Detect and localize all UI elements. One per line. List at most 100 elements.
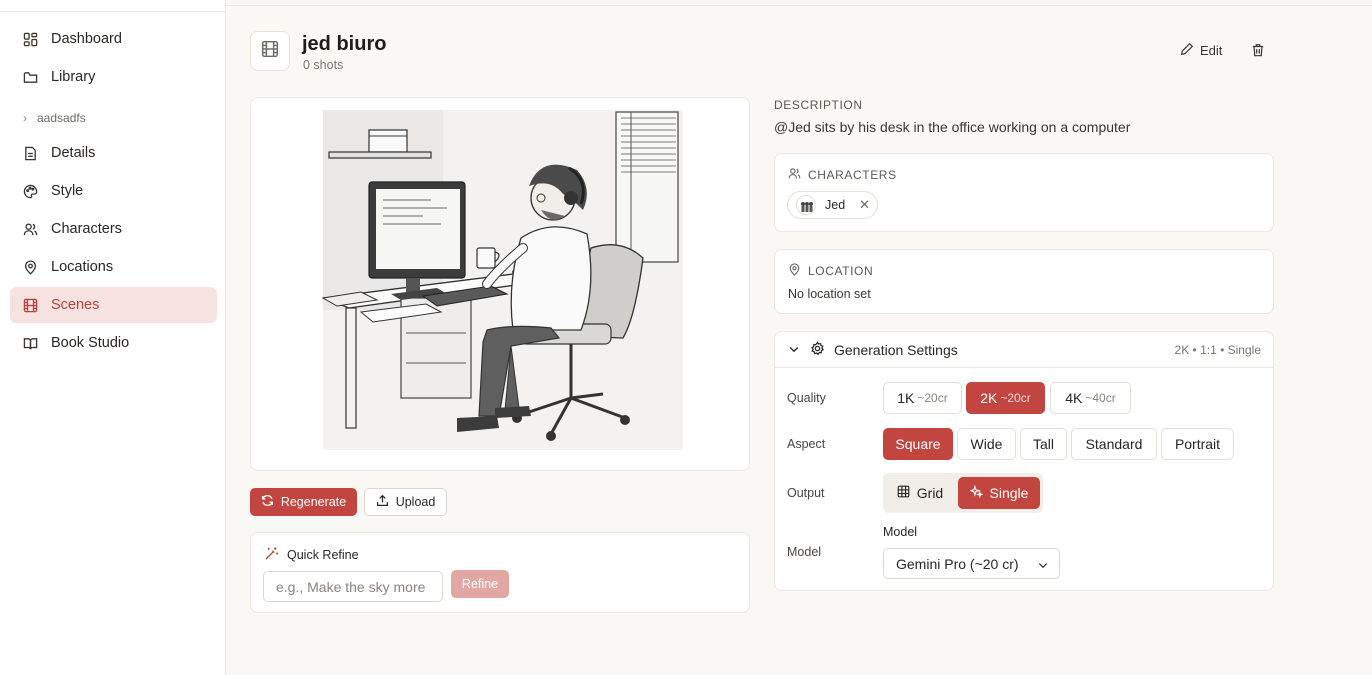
map-pin-icon bbox=[23, 260, 38, 275]
sidebar-item-details[interactable]: Details bbox=[10, 135, 217, 171]
aspect-option-portrait[interactable]: Portrait bbox=[1161, 428, 1234, 460]
film-icon bbox=[23, 298, 38, 313]
sidebar-item-label: Dashboard bbox=[51, 31, 122, 47]
sidebar-item-scenes[interactable]: Scenes bbox=[10, 287, 217, 323]
model-select-value: Gemini Pro (~20 cr) bbox=[896, 555, 1019, 572]
refine-input[interactable] bbox=[263, 571, 443, 602]
quality-option-2k[interactable]: 2K ~20cr bbox=[966, 382, 1045, 414]
quality-option-1k[interactable]: 1K ~20cr bbox=[883, 382, 962, 414]
regenerate-button[interactable]: Regenerate bbox=[250, 488, 357, 516]
model-caption: Model bbox=[883, 525, 918, 539]
chevron-right-icon: › bbox=[23, 111, 27, 125]
output-label: Output bbox=[787, 486, 825, 500]
quality-option-4k[interactable]: 4K ~40cr bbox=[1050, 382, 1131, 414]
quality-option-cost: ~20cr bbox=[1000, 391, 1031, 405]
location-panel: LOCATION No location set bbox=[774, 249, 1274, 314]
pencil-icon bbox=[1180, 42, 1194, 59]
quality-label: Quality bbox=[787, 391, 826, 405]
dashboard-icon bbox=[23, 32, 38, 47]
character-name: Jed bbox=[825, 198, 846, 212]
project-group-toggle[interactable]: › aadsadfs bbox=[23, 111, 86, 125]
location-label: LOCATION bbox=[808, 264, 874, 278]
generation-settings-title: Generation Settings bbox=[834, 341, 958, 358]
output-option-single[interactable]: Single bbox=[958, 477, 1040, 509]
project-group-label: aadsadfs bbox=[37, 111, 86, 125]
refresh-icon bbox=[261, 494, 274, 510]
character-chip[interactable]: Jed ✕ bbox=[787, 191, 878, 219]
close-icon[interactable]: ✕ bbox=[859, 197, 870, 213]
sidebar-item-label: Characters bbox=[51, 221, 122, 237]
quality-option-cost: ~40cr bbox=[1085, 391, 1116, 405]
sidebar-item-library[interactable]: Library bbox=[10, 59, 217, 95]
film-icon bbox=[261, 40, 279, 63]
folder-icon bbox=[23, 70, 38, 85]
scene-thumbnail bbox=[250, 31, 290, 71]
sparkles-icon bbox=[968, 484, 984, 501]
sidebar: Dashboard Library › aadsadfs Details Sty… bbox=[0, 0, 226, 675]
upload-label: Upload bbox=[395, 495, 436, 509]
output-option-grid[interactable]: Grid bbox=[887, 477, 953, 509]
sidebar-item-label: Style bbox=[51, 183, 84, 199]
sidebar-item-locations[interactable]: Locations bbox=[10, 249, 217, 285]
quick-refine-title: Quick Refine bbox=[287, 548, 359, 562]
characters-label: CHARACTERS bbox=[808, 168, 897, 182]
location-header: LOCATION bbox=[788, 263, 873, 279]
upload-button[interactable]: Upload bbox=[364, 488, 447, 516]
sidebar-item-label: Scenes bbox=[51, 297, 100, 313]
location-value: No location set bbox=[788, 287, 871, 301]
output-toggle: Grid Single bbox=[883, 473, 1043, 513]
scene-detail: jed biuro 0 shots Edit Regenerate Upload… bbox=[226, 0, 1372, 675]
scene-image[interactable] bbox=[250, 97, 750, 471]
grid-icon bbox=[897, 485, 910, 501]
description-text: @Jed sits by his desk in the office work… bbox=[774, 119, 1131, 135]
generation-settings-panel: Generation Settings 2K • 1:1 • Single Qu… bbox=[774, 331, 1274, 591]
output-option-label: Single bbox=[989, 485, 1029, 501]
sidebar-item-book-studio[interactable]: Book Studio bbox=[10, 325, 217, 361]
characters-panel: CHARACTERS Jed ✕ bbox=[774, 153, 1274, 232]
refine-button[interactable]: Refine bbox=[451, 570, 509, 598]
model-row-label: Model bbox=[787, 545, 822, 559]
sidebar-item-dashboard[interactable]: Dashboard bbox=[10, 21, 217, 57]
quick-refine-header: Quick Refine bbox=[264, 546, 359, 564]
gear-icon bbox=[810, 340, 825, 359]
file-icon bbox=[23, 146, 38, 161]
app: Dashboard Library › aadsadfs Details Sty… bbox=[0, 0, 1372, 675]
edit-label: Edit bbox=[1200, 43, 1223, 58]
users-icon bbox=[23, 222, 38, 237]
magic-wand-icon bbox=[264, 546, 279, 564]
sidebar-item-style[interactable]: Style bbox=[10, 173, 217, 209]
trash-icon bbox=[1251, 44, 1265, 61]
scene-illustration bbox=[251, 98, 749, 470]
quick-refine-panel: Quick Refine Refine bbox=[250, 532, 750, 613]
generation-summary: 2K • 1:1 • Single bbox=[1174, 343, 1261, 357]
regenerate-label: Regenerate bbox=[280, 495, 347, 509]
chevron-down-icon bbox=[788, 342, 800, 358]
aspect-option-tall[interactable]: Tall bbox=[1020, 428, 1067, 460]
edit-button[interactable]: Edit bbox=[1180, 42, 1222, 59]
quality-option-cost: ~20cr bbox=[917, 391, 948, 405]
characters-header: CHARACTERS bbox=[788, 167, 897, 183]
aspect-option-wide[interactable]: Wide bbox=[957, 428, 1016, 460]
sidebar-item-label: Details bbox=[51, 145, 96, 161]
delete-button[interactable] bbox=[1251, 43, 1265, 57]
model-select[interactable]: Gemini Pro (~20 cr) bbox=[883, 548, 1060, 579]
description-label: DESCRIPTION bbox=[774, 98, 863, 112]
upload-icon bbox=[376, 494, 389, 510]
output-option-label: Grid bbox=[916, 485, 944, 501]
page-title: jed biuro bbox=[302, 33, 387, 55]
sidebar-item-characters[interactable]: Characters bbox=[10, 211, 217, 247]
sidebar-item-label: Locations bbox=[51, 259, 114, 275]
quality-option-label: 1K bbox=[897, 390, 915, 406]
map-pin-icon bbox=[788, 263, 801, 279]
sidebar-item-label: Library bbox=[51, 69, 96, 85]
generation-settings-header[interactable]: Generation Settings 2K • 1:1 • Single bbox=[775, 332, 1273, 368]
aspect-option-standard[interactable]: Standard bbox=[1071, 428, 1157, 460]
palette-icon bbox=[23, 184, 38, 199]
quality-option-label: 4K bbox=[1065, 390, 1083, 406]
book-open-icon bbox=[23, 336, 38, 351]
sidebar-divider bbox=[0, 11, 225, 12]
users-icon bbox=[788, 167, 801, 183]
aspect-option-square[interactable]: Square bbox=[883, 428, 953, 460]
avatar bbox=[796, 195, 816, 215]
quality-option-label: 2K bbox=[980, 390, 998, 406]
